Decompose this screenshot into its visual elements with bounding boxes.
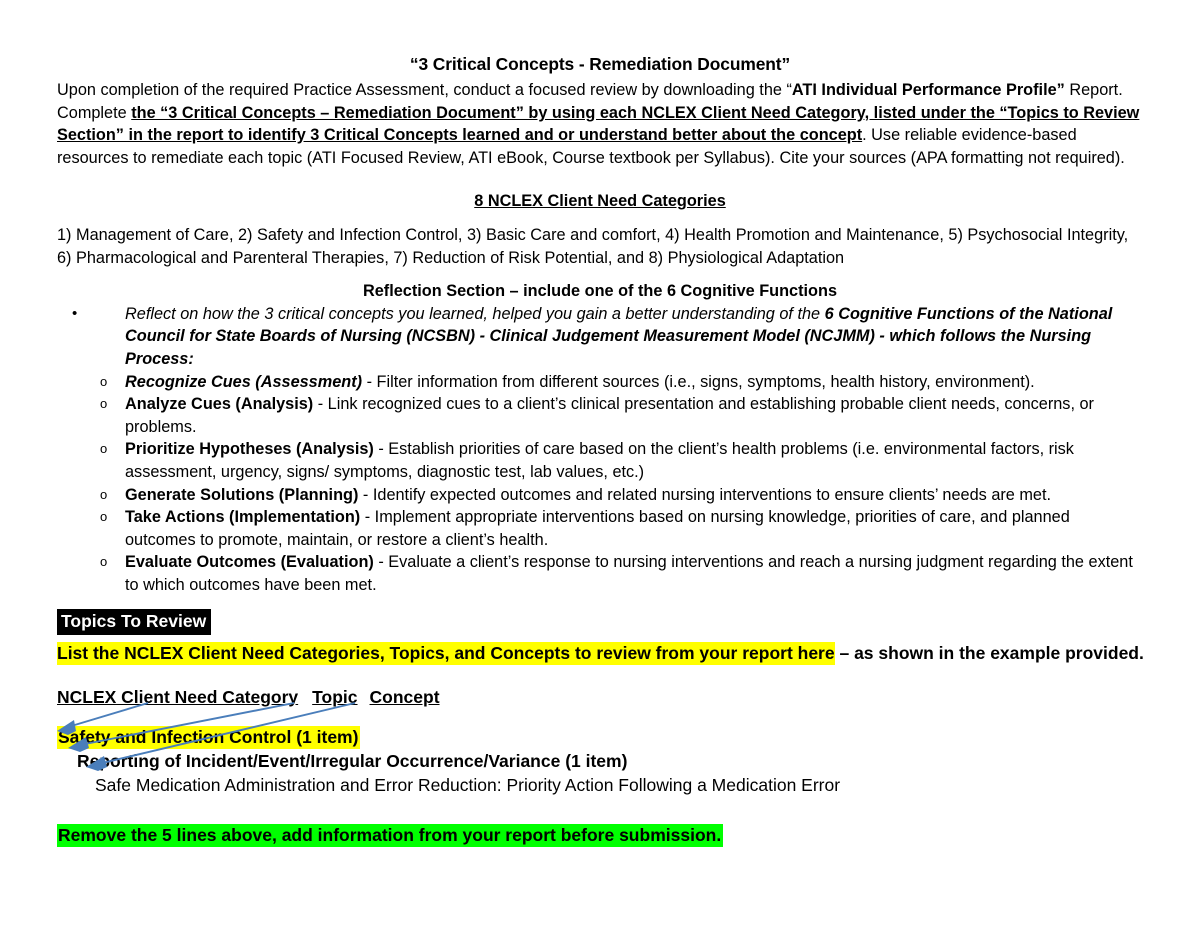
cognitive-function-term: Evaluate Outcomes (Evaluation) [125,553,374,572]
instruction-highlight: List the NCLEX Client Need Categories, T… [57,642,835,665]
cognitive-function-term: Generate Solutions (Planning) [125,485,359,504]
example-category-line: Safety and Infection Control (1 item) [57,726,1157,749]
cognitive-function-term: Prioritize Hypotheses (Analysis) [125,440,374,459]
reflection-lead-bullet: • Reflect on how the 3 critical concepts… [57,303,1143,371]
cognitive-function-desc: - Filter information from different sour… [362,372,1035,391]
column-header-topic: Topic [312,687,358,707]
bullet-circle-icon: o [100,486,108,502]
cognitive-function-term: Analyze Cues (Analysis) [125,395,314,414]
example-topic-line: Reporting of Incident/Event/Irregular Oc… [77,751,628,771]
cognitive-function-item: o Generate Solutions (Planning) - Identi… [57,484,1143,507]
cognitive-function-term: Recognize Cues (Assessment) [125,372,363,391]
complete-text-a: Complete [57,103,132,122]
categories-heading: 8 NCLEX Client Need Categories [57,190,1143,213]
document-page: “3 Critical Concepts - Remediation Docum… [0,0,1200,927]
intro-text-a: Upon completion of the required Practice… [57,81,792,99]
example-block: Safety and Infection Control (1 item) Re… [57,726,1157,797]
categories-heading-text: 8 NCLEX Client Need Categories [474,192,726,211]
instruction-rest: – as shown in the example provided. [834,643,1144,663]
bullet-circle-icon: o [100,554,108,570]
bullet-circle-icon: o [100,373,108,389]
intro-text-b: Report. [1064,81,1123,99]
cognitive-function-item: o Prioritize Hypotheses (Analysis) - Est… [57,438,1143,483]
topics-to-review-banner: Topics To Review [57,609,212,635]
example-category-text: Safety and Infection Control (1 item) [57,726,361,749]
cognitive-function-desc: - Identify expected outcomes and related… [358,485,1052,504]
remove-note-text: Remove the 5 lines above, add informatio… [57,824,724,847]
remove-note-line: Remove the 5 lines above, add informatio… [57,824,1157,847]
column-header-concept: Concept [369,687,440,707]
document-body: “3 Critical Concepts - Remediation Docum… [57,52,1143,596]
bullet-circle-icon: o [100,509,108,525]
reflection-heading-text: Reflection Section – include one of the … [362,282,837,301]
intro-text-bold: ATI Individual Performance Profile” [791,81,1065,99]
bullet-circle-icon: o [100,441,108,457]
reflection-heading: Reflection Section – include one of the … [57,280,1143,303]
bullet-disc-icon: • [72,304,78,322]
cognitive-function-item: o Take Actions (Implementation) - Implem… [57,506,1143,551]
column-headers-row: NCLEX Client Need Category Topic Concept [57,686,1157,709]
page-title: “3 Critical Concepts - Remediation Docum… [409,54,791,74]
cognitive-function-term: Take Actions (Implementation) [125,508,361,527]
categories-list: 1) Management of Care, 2) Safety and Inf… [57,225,1129,267]
topics-banner-row: Topics To Review [57,609,1157,635]
complete-paragraph: Complete the “3 Critical Concepts – Reme… [57,102,1143,170]
bullet-circle-icon: o [100,396,108,412]
cognitive-function-item: o Evaluate Outcomes (Evaluation) - Evalu… [57,551,1143,596]
topics-to-review-section: Topics To Review List the NCLEX Client N… [57,609,1157,847]
cognitive-function-item: o Recognize Cues (Assessment) - Filter i… [57,371,1143,394]
reflection-lead-text: Reflect on how the 3 critical concepts y… [125,304,825,323]
instruction-line: List the NCLEX Client Need Categories, T… [57,642,1157,665]
example-concept-line: Safe Medication Administration and Error… [95,775,841,795]
column-header-category: NCLEX Client Need Category [57,687,299,707]
cognitive-function-item: o Analyze Cues (Analysis) - Link recogni… [57,393,1143,438]
intro-paragraph: Upon completion of the required Practice… [57,79,1143,102]
